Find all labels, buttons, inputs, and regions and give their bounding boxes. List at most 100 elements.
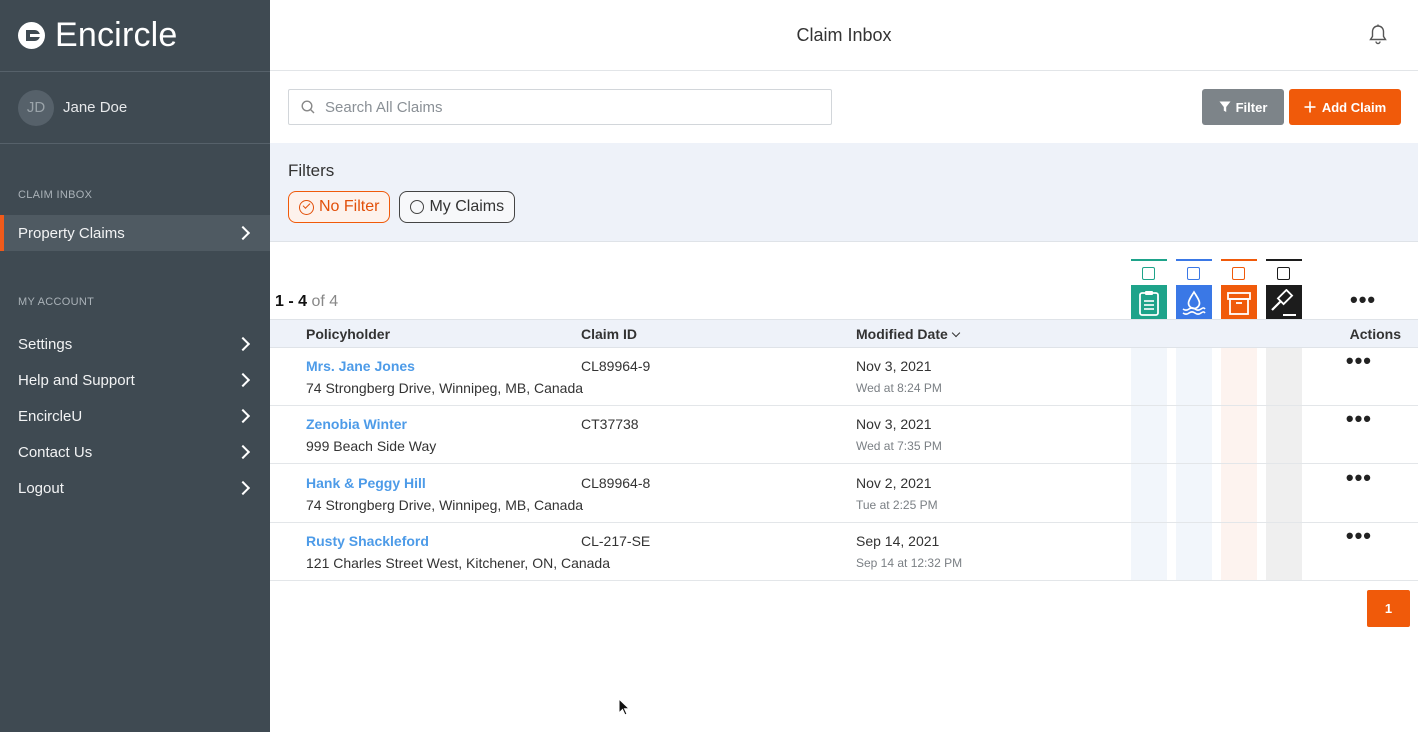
- claim-type-toggle-water[interactable]: [1176, 259, 1212, 321]
- modified-time: Sep 14 at 12:32 PM: [856, 556, 963, 570]
- column-header-actions: Actions: [1349, 326, 1401, 342]
- sidebar-item-label: Property Claims: [18, 224, 125, 242]
- sidebar-item-label: EncircleU: [18, 407, 83, 425]
- sidebar-item-label: Help and Support: [18, 371, 135, 389]
- claim-id: CL-217-SE: [581, 533, 651, 549]
- avatar: JD: [18, 89, 54, 126]
- section-label-my-account: MY ACCOUNT: [18, 296, 95, 308]
- sidebar-item-help-and-support[interactable]: Help and Support: [0, 362, 270, 398]
- mouse-cursor-icon: [618, 698, 630, 716]
- sidebar-item-property-claims[interactable]: Property Claims: [0, 215, 270, 251]
- chevron-right-icon: [235, 408, 251, 424]
- sidebar-item-contact-us[interactable]: Contact Us: [0, 434, 270, 470]
- policyholder-address: 74 Strongberg Drive, Winnipeg, MB, Canad…: [306, 380, 584, 396]
- table-row[interactable]: Mrs. Jane Jones 74 Strongberg Drive, Win…: [270, 348, 1418, 406]
- table-row[interactable]: Zenobia Winter 999 Beach Side Way CT3773…: [270, 406, 1418, 464]
- plus-icon: [1304, 101, 1316, 113]
- filter-chip-no-filter[interactable]: No Filter: [288, 191, 391, 223]
- results-count: 1 - 4 of 4: [275, 293, 338, 311]
- search-icon: [301, 100, 315, 114]
- column-header-policyholder[interactable]: Policyholder: [306, 326, 390, 342]
- search-input[interactable]: [325, 98, 805, 116]
- user-profile[interactable]: JD Jane Doe: [0, 72, 270, 144]
- policyholder-address: 999 Beach Side Way: [306, 438, 437, 454]
- row-actions-icon[interactable]: •••: [1346, 525, 1372, 547]
- pagination-page-button[interactable]: 1: [1367, 590, 1410, 627]
- app: Encircle JD Jane Doe CLAIM INBOX Propert…: [0, 0, 1418, 732]
- filter-button[interactable]: Filter: [1202, 89, 1284, 125]
- sidebar-item-logout[interactable]: Logout: [0, 470, 270, 506]
- checkbox-icon: [1142, 267, 1155, 280]
- filter-chip-label: My Claims: [429, 198, 505, 215]
- sidebar-item-label: Logout: [18, 479, 64, 497]
- row-actions-icon[interactable]: •••: [1346, 350, 1372, 372]
- checkbox-icon: [1187, 267, 1200, 280]
- sidebar-item-encircleu[interactable]: EncircleU: [0, 398, 270, 434]
- chevron-right-icon: [235, 444, 251, 460]
- filters-title: Filters: [288, 161, 335, 180]
- table-row[interactable]: Rusty Shackleford 121 Charles Street Wes…: [270, 523, 1418, 581]
- brand-name: Encircle: [55, 16, 178, 54]
- table-row[interactable]: Hank & Peggy Hill 74 Strongberg Drive, W…: [270, 465, 1418, 523]
- modified-date: Nov 3, 2021: [856, 358, 932, 374]
- claim-type-toggle-contents[interactable]: [1221, 259, 1257, 321]
- water-drop-icon: [1176, 285, 1212, 321]
- claim-id: CT37738: [581, 416, 639, 432]
- table-header: Policyholder Claim ID Modified Date Acti…: [270, 319, 1418, 348]
- claim-type-toggle-clipboard[interactable]: [1131, 259, 1167, 321]
- policyholder-link[interactable]: Rusty Shackleford: [306, 533, 429, 549]
- search-box: [288, 89, 832, 125]
- brand[interactable]: Encircle: [0, 0, 270, 72]
- results-total: of 4: [311, 293, 339, 310]
- policyholder-address: 121 Charles Street West, Kitchener, ON, …: [306, 555, 611, 571]
- toolbar: Filter Add Claim: [270, 71, 1418, 143]
- claim-type-toggle-legal[interactable]: [1266, 259, 1302, 321]
- radio-circle-icon: [410, 200, 425, 214]
- sidebar: Encircle JD Jane Doe CLAIM INBOX Propert…: [0, 0, 270, 732]
- sidebar-item-label: Contact Us: [18, 443, 93, 461]
- chevron-right-icon: [235, 480, 251, 496]
- add-claim-button[interactable]: Add Claim: [1289, 89, 1401, 125]
- bell-icon[interactable]: [1368, 24, 1388, 46]
- gavel-icon: [1266, 285, 1302, 321]
- claim-id: CL89964-9: [581, 358, 651, 374]
- filter-chips: No Filter My Claims: [288, 191, 1418, 223]
- modified-time: Wed at 7:35 PM: [856, 439, 942, 453]
- filter-chip-label: No Filter: [319, 198, 380, 215]
- filters-panel: Filters No Filter My Claims: [270, 143, 1418, 242]
- chevron-right-icon: [235, 336, 251, 352]
- top-header: Claim Inbox: [270, 0, 1418, 71]
- chevron-right-icon: [235, 225, 251, 241]
- filter-button-label: Filter: [1235, 99, 1268, 115]
- more-options-icon[interactable]: •••: [1350, 289, 1376, 311]
- filter-chip-my-claims[interactable]: My Claims: [399, 191, 516, 223]
- check-circle-icon: [299, 199, 314, 215]
- policyholder-link[interactable]: Hank & Peggy Hill: [306, 475, 426, 491]
- user-name: Jane Doe: [63, 99, 128, 116]
- policyholder-address: 74 Strongberg Drive, Winnipeg, MB, Canad…: [306, 497, 584, 513]
- row-actions-icon[interactable]: •••: [1346, 467, 1372, 489]
- checkbox-icon: [1232, 267, 1245, 280]
- modified-date: Sep 14, 2021: [856, 533, 940, 549]
- policyholder-link[interactable]: Mrs. Jane Jones: [306, 358, 415, 374]
- encircle-logo-icon: [18, 22, 45, 49]
- funnel-icon: [1219, 101, 1231, 112]
- chevron-right-icon: [235, 372, 251, 388]
- policyholder-link[interactable]: Zenobia Winter: [306, 416, 407, 432]
- section-label-claim-inbox: CLAIM INBOX: [18, 189, 93, 201]
- clipboard-icon: [1131, 285, 1167, 321]
- column-header-modified-date[interactable]: Modified Date: [856, 326, 959, 342]
- page-title: Claim Inbox: [796, 24, 892, 45]
- add-claim-button-label: Add Claim: [1321, 99, 1387, 115]
- column-header-claim-id[interactable]: Claim ID: [581, 326, 637, 342]
- checkbox-icon: [1277, 267, 1290, 280]
- modified-time: Wed at 8:24 PM: [856, 381, 942, 395]
- sidebar-item-settings[interactable]: Settings: [0, 326, 270, 362]
- modified-time: Tue at 2:25 PM: [856, 498, 938, 512]
- claim-id: CL89964-8: [581, 475, 651, 491]
- archive-box-icon: [1221, 285, 1257, 321]
- row-actions-icon[interactable]: •••: [1346, 408, 1372, 430]
- results-range: 1 - 4: [275, 293, 308, 310]
- modified-date: Nov 3, 2021: [856, 416, 932, 432]
- modified-date: Nov 2, 2021: [856, 475, 932, 491]
